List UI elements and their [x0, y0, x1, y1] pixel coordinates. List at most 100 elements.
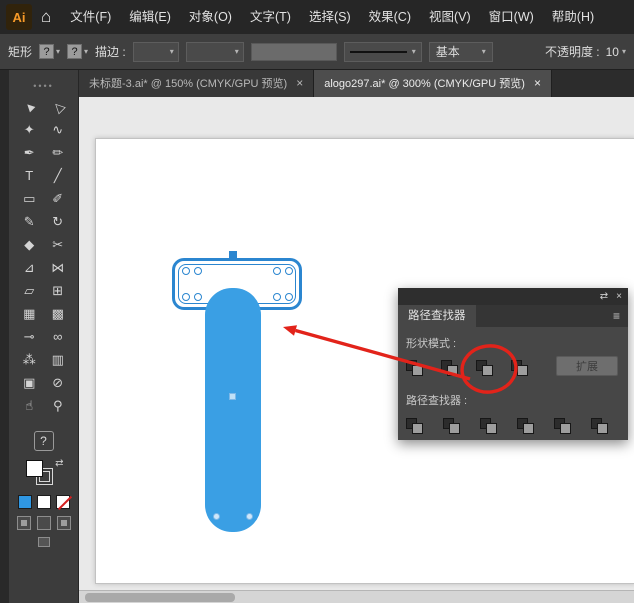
top-center-handle[interactable] [229, 251, 237, 259]
corner-anchor[interactable] [182, 293, 190, 301]
direct-selection-tool[interactable]: △ [44, 95, 73, 118]
draw-inside-button[interactable] [57, 516, 71, 530]
corner-anchor[interactable] [273, 267, 281, 275]
blend-tool[interactable]: ∞ [44, 325, 73, 348]
stroke-weight-select[interactable]: ▾ [133, 42, 179, 62]
view-menu[interactable]: 视图(V) [420, 0, 480, 34]
rotate-tool[interactable]: ↻ [44, 210, 73, 233]
fill-proxy[interactable] [26, 460, 43, 477]
document-tab-untitled[interactable]: 未标题-3.ai* @ 150% (CMYK/GPU 预览) × [79, 69, 314, 97]
merge-button[interactable] [480, 418, 502, 438]
toolbar-grip[interactable]: •••• [33, 81, 54, 93]
draw-normal-button[interactable] [17, 516, 31, 530]
swap-fill-stroke-icon[interactable]: ⇄ [55, 458, 63, 469]
line-segment-tool[interactable]: ╱ [44, 164, 73, 187]
illustrator-logo[interactable]: Ai [6, 4, 32, 30]
home-icon[interactable]: ⌂ [41, 7, 51, 27]
none-button[interactable] [56, 495, 70, 509]
opacity-value[interactable]: 10 [606, 45, 619, 59]
width-tool[interactable]: ⋈ [44, 256, 73, 279]
corner-anchor[interactable] [273, 293, 281, 301]
mesh-tool[interactable]: ▦ [15, 302, 44, 325]
curvature-tool[interactable]: ✏ [44, 141, 73, 164]
bottom-right-anchor[interactable] [246, 513, 253, 520]
fill-swatch[interactable]: ? [39, 44, 54, 59]
gradient-button[interactable] [37, 495, 51, 509]
eyedropper-tool[interactable]: ⊸ [15, 325, 44, 348]
corner-anchor[interactable] [194, 293, 202, 301]
corner-anchor[interactable] [182, 267, 190, 275]
trim-button[interactable] [443, 418, 465, 438]
artboard-tool[interactable]: ▣ [15, 371, 44, 394]
outline-button[interactable] [554, 418, 576, 438]
stroke-color-picker[interactable]: ? ▾ [67, 44, 88, 59]
window-menu[interactable]: 窗口(W) [480, 0, 543, 34]
unite-button[interactable] [406, 360, 428, 380]
fill-color-picker[interactable]: ? ▾ [39, 44, 60, 59]
file-menu[interactable]: 文件(F) [61, 0, 120, 34]
scrollbar-thumb[interactable] [85, 593, 235, 602]
scale-tool[interactable]: ⊿ [15, 256, 44, 279]
shape-builder-tool[interactable]: ▱ [15, 279, 44, 302]
edit-menu[interactable]: 编辑(E) [120, 0, 180, 34]
vertical-rounded-bar[interactable] [205, 288, 261, 532]
document-tab-title[interactable]: 未标题-3.ai* @ 150% (CMYK/GPU 预览) [89, 75, 287, 91]
intersect-button[interactable] [476, 360, 498, 380]
stroke-swatch[interactable]: ? [67, 44, 82, 59]
graphic-style-select[interactable]: 基本 ▾ [429, 42, 493, 62]
type-tool[interactable]: T [15, 164, 44, 187]
minus-front-button[interactable] [441, 360, 463, 380]
paintbrush-tool[interactable]: ✐ [44, 187, 73, 210]
corner-anchor[interactable] [285, 267, 293, 275]
magic-wand-tool[interactable]: ✦ [15, 118, 44, 141]
screen-mode-button[interactable] [38, 537, 50, 547]
slice-tool[interactable]: ⊘ [44, 371, 73, 394]
opacity-select[interactable]: 10 ▾ [606, 45, 626, 59]
pathfinder-tab[interactable]: 路径查找器 [398, 305, 476, 327]
scissors-tool[interactable]: ✂ [44, 233, 73, 256]
bottom-left-anchor[interactable] [213, 513, 220, 520]
color-button[interactable] [18, 495, 32, 509]
profile-preview-box [251, 43, 337, 61]
minus-back-button[interactable] [591, 418, 613, 438]
chevron-down-icon[interactable]: ▾ [56, 47, 60, 56]
close-icon[interactable]: × [616, 292, 622, 302]
document-tab-title[interactable]: alogo297.ai* @ 300% (CMYK/GPU 预览) [324, 75, 525, 91]
chevron-down-icon[interactable]: ▾ [84, 47, 88, 56]
center-anchor[interactable] [229, 393, 236, 400]
rectangle-tool[interactable]: ▭ [15, 187, 44, 210]
fill-stroke-indicator[interactable]: ⇄ [24, 458, 64, 488]
pen-tool[interactable]: ✒ [15, 141, 44, 164]
panel-menu-icon[interactable]: ≡ [613, 309, 620, 323]
eraser-tool[interactable]: ◆ [15, 233, 44, 256]
draw-behind-button[interactable] [37, 516, 51, 530]
help-menu[interactable]: 帮助(H) [543, 0, 603, 34]
exclude-button[interactable] [511, 360, 533, 380]
collapse-panel-icon[interactable]: ⇄ [600, 292, 608, 302]
hand-tool[interactable]: ☝ [15, 394, 44, 417]
corner-anchor[interactable] [194, 267, 202, 275]
brush-definition-select[interactable]: ▾ [344, 42, 422, 62]
variable-width-profile-select[interactable]: ▾ [186, 42, 244, 62]
pencil-tool[interactable]: ✎ [15, 210, 44, 233]
select-menu[interactable]: 选择(S) [300, 0, 360, 34]
horizontal-scrollbar[interactable] [79, 590, 634, 603]
symbol-sprayer-tool[interactable]: ⁂ [15, 348, 44, 371]
type-menu[interactable]: 文字(T) [241, 0, 300, 34]
gradient-tool[interactable]: ▩ [44, 302, 73, 325]
divide-button[interactable] [406, 418, 428, 438]
lasso-tool[interactable]: ∿ [44, 118, 73, 141]
column-graph-tool[interactable]: ▥ [44, 348, 73, 371]
expand-button[interactable]: 扩展 [556, 356, 618, 376]
zoom-tool[interactable]: ⚲ [44, 394, 73, 417]
perspective-grid-tool[interactable]: ⊞ [44, 279, 73, 302]
effect-menu[interactable]: 效果(C) [360, 0, 420, 34]
close-icon[interactable]: × [296, 76, 303, 90]
selection-tool[interactable]: ▲ [15, 95, 44, 118]
help-placeholder-icon[interactable]: ? [34, 431, 54, 451]
crop-button[interactable] [517, 418, 539, 438]
close-icon[interactable]: × [534, 76, 541, 90]
document-tab-alogo297[interactable]: alogo297.ai* @ 300% (CMYK/GPU 预览) × [314, 69, 552, 97]
object-menu[interactable]: 对象(O) [180, 0, 241, 34]
corner-anchor[interactable] [285, 293, 293, 301]
